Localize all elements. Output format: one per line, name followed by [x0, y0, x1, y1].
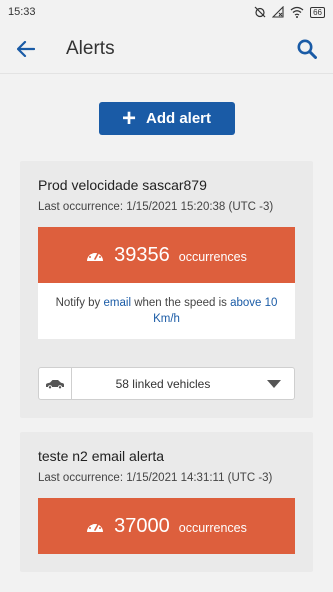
linked-vehicles-label: 58 linked vehicles [115, 376, 211, 391]
signal-x-icon [272, 6, 284, 18]
notify-description: Notify by email when the speed is above … [38, 283, 295, 339]
wifi-icon [290, 6, 304, 18]
search-icon [297, 39, 317, 59]
add-alert-button[interactable]: + Add alert [98, 102, 235, 135]
occurrences-banner: 37000 occurrences [38, 498, 295, 554]
occurrence-count: 37000 [114, 514, 170, 537]
add-alert-label: Add alert [146, 110, 212, 127]
notify-channel: email [103, 297, 131, 309]
occurrence-label: occurrences [178, 521, 247, 535]
last-occurrence: Last occurrence: 1/15/2021 14:31:11 (UTC… [38, 472, 273, 484]
car-icon [39, 368, 72, 399]
app-bar: Alerts [0, 24, 333, 74]
occurrence-count: 39356 [114, 243, 170, 266]
alarm-off-icon [254, 6, 266, 18]
alert-card[interactable]: Prod velocidade sascar879 Last occurrenc… [20, 161, 313, 418]
last-occurrence: Last occurrence: 1/15/2021 15:20:38 (UTC… [38, 201, 274, 213]
speedometer-icon [87, 250, 104, 261]
alert-title: Prod velocidade sascar879 [38, 177, 207, 193]
linked-vehicles-dropdown[interactable]: 58 linked vehicles [38, 367, 295, 400]
alert-title: teste n2 email alerta [38, 448, 165, 464]
back-button[interactable] [12, 35, 40, 63]
speedometer-icon [87, 521, 104, 532]
occurrence-label: occurrences [178, 250, 247, 264]
page-title: Alerts [66, 37, 115, 59]
status-bar: 15:33 66 [0, 0, 333, 24]
occurrences-banner: 39356 occurrences [38, 227, 295, 283]
battery-indicator: 66 [310, 6, 325, 18]
alert-card[interactable]: teste n2 email alerta Last occurrence: 1… [20, 432, 313, 572]
search-button[interactable] [293, 35, 321, 63]
arrow-left-icon [17, 40, 35, 57]
plus-icon: + [121, 104, 136, 132]
chevron-down-icon [254, 379, 294, 388]
status-time: 15:33 [8, 6, 36, 18]
